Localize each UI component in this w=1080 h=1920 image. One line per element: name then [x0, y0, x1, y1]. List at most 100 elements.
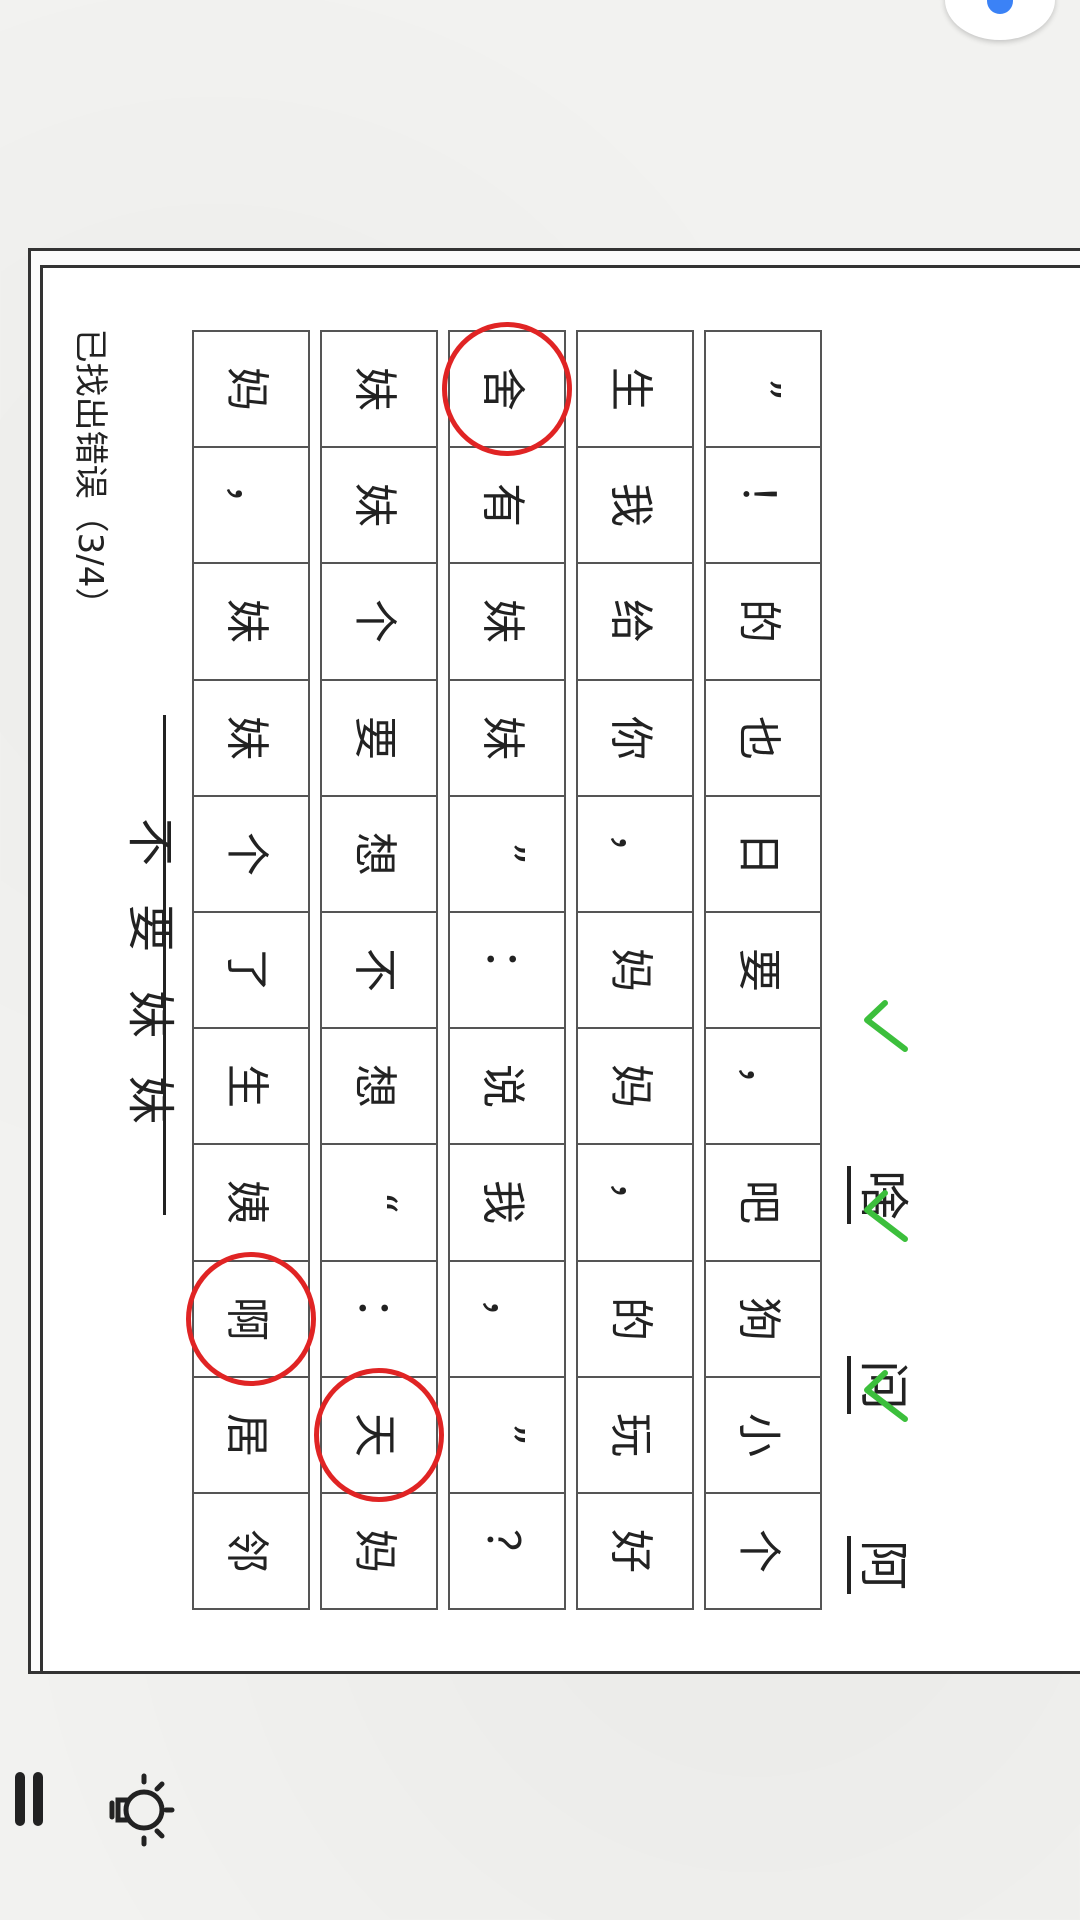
- grid-cell[interactable]: ”: [450, 797, 564, 913]
- cell-char: 要: [733, 948, 784, 993]
- grid-cell[interactable]: 邻: [194, 1494, 308, 1608]
- cell-char: ”: [737, 377, 789, 401]
- grid-cell[interactable]: ：: [322, 1262, 436, 1378]
- cell-char: 妹: [349, 367, 400, 412]
- grid-cell[interactable]: 想: [322, 797, 436, 913]
- grid-cell[interactable]: ，: [706, 1029, 820, 1146]
- grid-cell[interactable]: 玩: [578, 1378, 692, 1494]
- lightbulb-icon[interactable]: [98, 1770, 178, 1850]
- cell-char: 我: [605, 483, 656, 528]
- grid-cell[interactable]: 生: [194, 1029, 308, 1146]
- grid-cell[interactable]: “: [322, 1145, 436, 1262]
- grid-cell[interactable]: ，: [578, 797, 692, 913]
- grid-cell[interactable]: 日: [706, 797, 820, 913]
- grid-cell[interactable]: 狗: [706, 1262, 820, 1378]
- top-corner-button[interactable]: [945, 0, 1055, 40]
- cell-char: 妈: [349, 1528, 400, 1573]
- cell-char: 日: [733, 831, 784, 876]
- grid-cell[interactable]: 妹: [322, 332, 436, 449]
- cell-char: 姨: [221, 1180, 272, 1225]
- grid-cell[interactable]: 的: [706, 564, 820, 681]
- cell-char: 吧: [733, 1180, 784, 1225]
- grid-cell[interactable]: ”: [450, 1378, 564, 1494]
- grid-cell[interactable]: 个: [194, 797, 308, 913]
- cell-char: 狗: [733, 1296, 784, 1341]
- grid-cell[interactable]: 生: [578, 332, 692, 449]
- grid-cell[interactable]: 个: [706, 1494, 820, 1608]
- cell-char: 我: [477, 1180, 528, 1225]
- cell-char: 小: [733, 1412, 784, 1457]
- blue-dot-icon: [987, 0, 1013, 14]
- cell-char: ，: [477, 1296, 528, 1341]
- grid-cell[interactable]: 你: [578, 681, 692, 797]
- grid-cell[interactable]: 我: [450, 1145, 564, 1262]
- cell-char: 妈: [221, 367, 272, 412]
- grid-cell[interactable]: 的: [578, 1262, 692, 1378]
- grid-cell-found-error[interactable]: 啊: [186, 1251, 316, 1386]
- grid-cell[interactable]: 我: [578, 448, 692, 565]
- cell-char: 想: [349, 1064, 400, 1109]
- grid-cell[interactable]: ？: [450, 1494, 564, 1608]
- grid-cell[interactable]: 居: [194, 1378, 308, 1494]
- grid-cell[interactable]: 妹: [450, 564, 564, 681]
- cell-char: “: [353, 1191, 405, 1214]
- grid-cell[interactable]: 不: [322, 913, 436, 1030]
- grid-cell[interactable]: 妈: [578, 913, 692, 1030]
- cell-char: 舍: [477, 367, 528, 412]
- grid-cell[interactable]: ，: [578, 1145, 692, 1262]
- cell-char: 啊: [221, 1296, 272, 1341]
- grid-cell[interactable]: 想: [322, 1029, 436, 1146]
- grid-cell[interactable]: 要: [706, 913, 820, 1030]
- grid-cell[interactable]: 也: [706, 681, 820, 797]
- grid-cell[interactable]: 给: [578, 564, 692, 681]
- grid-cell[interactable]: 要: [322, 681, 436, 797]
- puzzle-title: 不要妹妹: [122, 817, 178, 1162]
- cell-char: 妈: [605, 948, 656, 993]
- grid-cell[interactable]: 说: [450, 1029, 564, 1146]
- progress-status: 已找出错误（3/4）: [70, 328, 110, 622]
- cell-char: ：: [477, 948, 528, 993]
- grid-cell-found-error[interactable]: 天: [314, 1367, 444, 1503]
- grid-cell[interactable]: ，: [194, 448, 308, 565]
- cell-char: ，: [221, 483, 272, 528]
- grid-cell[interactable]: 个: [322, 564, 436, 681]
- grid-cell[interactable]: 小: [706, 1378, 820, 1494]
- answer-area: 啥问阿: [825, 1000, 945, 1600]
- cell-char: 生: [605, 367, 656, 412]
- grid-cell[interactable]: ：: [450, 913, 564, 1030]
- cell-char: 个: [733, 1528, 784, 1573]
- grid-cell[interactable]: 有: [450, 448, 564, 565]
- grid-cell[interactable]: 吧: [706, 1145, 820, 1262]
- grid-cell[interactable]: 姨: [194, 1145, 308, 1262]
- answer-slot: 阿: [845, 1520, 925, 1610]
- grid-cell[interactable]: 妈: [194, 332, 308, 449]
- grid-cell[interactable]: 妹: [322, 448, 436, 565]
- cell-char: 要: [349, 715, 400, 760]
- cell-char: 妹: [349, 483, 400, 528]
- grid-cell[interactable]: ！: [706, 448, 820, 565]
- grid-cell[interactable]: ，: [450, 1262, 564, 1378]
- character-grid: 妈，妹妹个了生姨啊居邻妹妹个要想不想 “：天妈舍有妹妹”：说我，”？生我给你，妈妈…: [186, 321, 822, 1610]
- grid-cell[interactable]: 妈: [578, 1029, 692, 1146]
- grid-cell[interactable]: 了: [194, 913, 308, 1030]
- cell-char: 说: [477, 1064, 528, 1109]
- cell-char: ，: [733, 1064, 784, 1109]
- grid-column: 生我给你，妈妈，的玩好: [576, 330, 694, 1610]
- cell-char: ”: [481, 1423, 533, 1447]
- cell-char: 居: [221, 1412, 272, 1457]
- grid-cell[interactable]: ”: [706, 332, 820, 449]
- menu-icon[interactable]: [15, 1772, 45, 1826]
- grid-column: 舍有妹妹”：说我，”？: [442, 321, 572, 1610]
- grid-cell[interactable]: 妈: [322, 1494, 436, 1608]
- check-icon: [845, 1360, 925, 1430]
- cell-char: 不: [349, 948, 400, 993]
- grid-cell[interactable]: 好: [578, 1494, 692, 1608]
- cell-char: 妹: [477, 599, 528, 644]
- cell-char: ，: [605, 1180, 656, 1225]
- cell-char: 妈: [605, 1064, 656, 1109]
- grid-cell[interactable]: 妹: [450, 681, 564, 797]
- grid-cell-found-error[interactable]: 舍: [442, 321, 572, 457]
- grid-cell[interactable]: 妹: [194, 681, 308, 797]
- grid-cell[interactable]: 妹: [194, 564, 308, 681]
- cell-char: ？: [477, 1528, 528, 1573]
